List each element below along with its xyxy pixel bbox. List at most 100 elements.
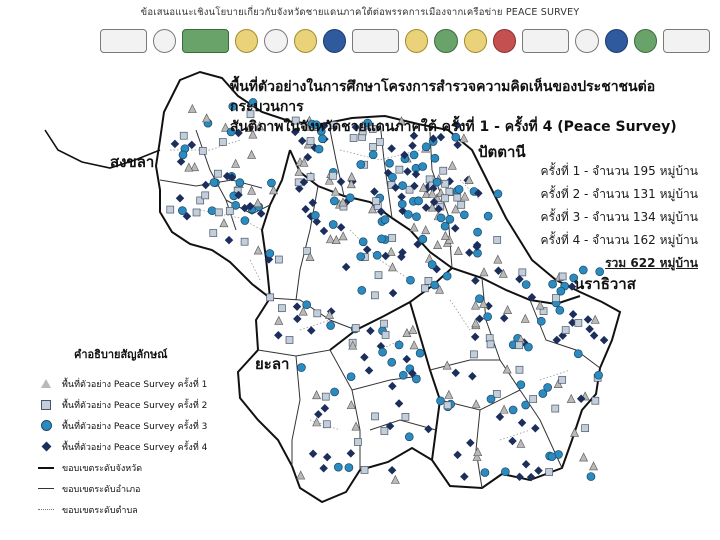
round-2-marker xyxy=(486,340,495,349)
round-2-marker xyxy=(285,336,294,344)
legend-item: พื้นที่ตัวอย่าง Peace Survey ครั้งที่ 1 xyxy=(38,373,238,394)
map-title: พื้นที่ตัวอย่างในการศึกษาโครงการสำรวจควา… xyxy=(230,77,700,137)
round-2-marker xyxy=(441,194,449,203)
thin-line-icon xyxy=(38,483,54,495)
round-2-marker xyxy=(198,147,207,155)
round-2-marker xyxy=(225,207,234,215)
province-label-yala: ยะลา xyxy=(255,355,290,373)
round-3-marker xyxy=(473,248,482,258)
round-3-marker xyxy=(586,472,596,481)
round-2-marker xyxy=(274,255,283,264)
round-3-marker xyxy=(501,467,510,477)
round-2-marker xyxy=(166,205,175,214)
round-2-marker xyxy=(371,291,379,300)
round-2-marker xyxy=(329,171,337,180)
round-2-marker xyxy=(574,319,583,327)
round-2-marker xyxy=(306,137,315,145)
legend-label: พื้นที่ตัวอย่าง Peace Survey ครั้งที่ 1 xyxy=(62,379,208,390)
legend-title: คำอธิบายสัญลักษณ์ xyxy=(74,348,168,361)
legend-label: ขอบเขตระดับจังหวัด xyxy=(62,463,143,474)
round-3-marker xyxy=(387,357,397,367)
round-2-marker xyxy=(372,197,381,206)
round-3-marker xyxy=(310,211,320,220)
round-2-marker xyxy=(529,395,538,403)
round-1-marker xyxy=(579,452,589,462)
legend-label: พื้นที่ตัวอย่าง Peace Survey ครั้งที่ 3 xyxy=(62,421,208,432)
round-3-marker xyxy=(480,468,490,477)
round-3-marker xyxy=(329,196,339,206)
round-3-marker xyxy=(536,316,546,326)
round-3-marker xyxy=(475,294,484,304)
round-3-marker xyxy=(547,452,557,462)
survey-stats: ครั้งที่ 1 - จำนวน 195 หมู่บ้าน ครั้งที่… xyxy=(541,160,698,275)
round-2-marker xyxy=(351,324,360,332)
round-2-marker xyxy=(551,404,560,413)
round-3-marker xyxy=(235,178,245,187)
round-3-marker xyxy=(412,212,421,222)
round-3-marker xyxy=(358,237,368,247)
round-3-marker xyxy=(556,286,566,296)
round-2-marker xyxy=(321,392,330,401)
legend-item: ขอบเขตระดับอำเภอ xyxy=(38,478,238,499)
round-3-marker xyxy=(297,363,306,372)
round-3-marker xyxy=(418,234,428,244)
legend-item: ขอบเขตระดับตำบล xyxy=(38,499,238,520)
round-3-marker xyxy=(483,211,493,221)
round-2-marker xyxy=(381,331,390,339)
province-label-narathiwat: นราธิวาส xyxy=(574,275,636,293)
round-3-marker xyxy=(521,400,531,410)
round-3-marker xyxy=(178,206,187,215)
round-2-marker xyxy=(493,236,502,244)
round-3-marker xyxy=(516,380,526,390)
round-2-marker xyxy=(591,396,600,405)
round-3-marker xyxy=(368,150,378,160)
round-2-marker xyxy=(515,365,524,374)
round-2-marker xyxy=(192,208,201,217)
round-3-marker xyxy=(333,462,343,472)
round-2-marker xyxy=(515,341,524,350)
round-3-marker xyxy=(357,285,367,295)
round-2-marker xyxy=(266,293,275,302)
map-title-line-1: พื้นที่ตัวอย่างในการศึกษาโครงการสำรวจควา… xyxy=(230,79,656,115)
round-2-marker xyxy=(558,375,567,384)
round-3-marker xyxy=(430,280,440,290)
round-3-marker xyxy=(398,370,408,380)
round-2-marker xyxy=(421,284,429,293)
stat-round-4: ครั้งที่ 4 - จำนวน 162 หมู่บ้าน xyxy=(540,233,698,247)
thick-line-icon xyxy=(38,462,54,474)
legend-label: ขอบเขตระดับตำบล xyxy=(62,505,138,516)
round-3-marker xyxy=(397,199,407,209)
round-3-marker xyxy=(326,321,335,330)
round-3-marker xyxy=(538,389,548,398)
legend-item: พื้นที่ตัวอย่าง Peace Survey ครั้งที่ 2 xyxy=(38,394,238,415)
round-3-marker xyxy=(178,150,188,160)
round-2-marker xyxy=(470,350,478,359)
province-label-songkhla: สงขลา xyxy=(110,153,155,171)
dotted-line-icon xyxy=(38,504,54,516)
round-1-marker xyxy=(589,461,599,471)
legend-label: พื้นที่ตัวอย่าง Peace Survey ครั้งที่ 4 xyxy=(62,442,208,453)
round-3-marker xyxy=(267,178,276,188)
stat-total: รวม 622 หมู่บ้าน xyxy=(605,256,698,270)
round-3-marker xyxy=(436,396,445,406)
round-2-marker xyxy=(278,304,286,313)
round-2-marker xyxy=(371,412,379,421)
round-2-marker xyxy=(360,466,369,474)
round-3-marker xyxy=(398,181,407,190)
diamond-icon xyxy=(38,441,54,453)
round-3-marker xyxy=(454,185,464,194)
round-3-marker xyxy=(240,216,250,225)
round-2-marker xyxy=(313,309,322,318)
map-legend: คำอธิบายสัญลักษณ์ พื้นที่ตัวอย่าง Peace … xyxy=(38,345,238,520)
round-3-marker xyxy=(473,227,482,237)
round-3-marker xyxy=(418,162,428,171)
legend-item: พื้นที่ตัวอย่าง Peace Survey ครั้งที่ 3 xyxy=(38,415,238,436)
round-2-marker xyxy=(545,468,554,476)
round-2-marker xyxy=(380,319,388,328)
round-3-marker xyxy=(209,178,219,187)
legend-label: พื้นที่ตัวอย่าง Peace Survey ครั้งที่ 2 xyxy=(62,400,208,411)
round-2-marker xyxy=(218,138,227,146)
round-2-marker xyxy=(441,179,449,188)
round-2-marker xyxy=(552,294,560,302)
round-2-marker xyxy=(354,438,362,446)
